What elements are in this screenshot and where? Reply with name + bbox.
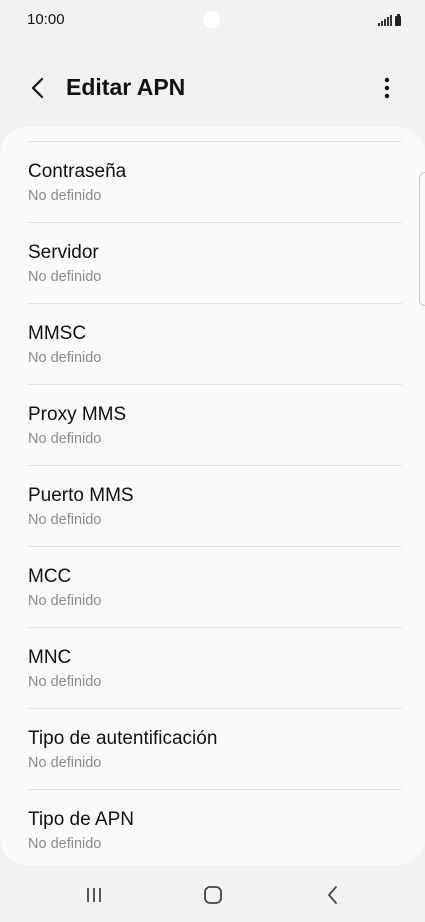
list-item-tipo-apn[interactable]: Tipo de APN No definido	[0, 790, 425, 865]
more-vertical-icon	[384, 77, 390, 99]
item-label: Puerto MMS	[28, 485, 134, 506]
navigation-bar	[0, 866, 425, 922]
item-value: No definido	[28, 350, 102, 366]
item-value: No definido	[28, 512, 102, 528]
home-icon	[204, 886, 222, 904]
app-bar: Editar APN	[0, 60, 425, 120]
status-bar: 10:00	[0, 0, 425, 40]
scrollbar[interactable]	[419, 172, 425, 306]
item-label: MNC	[28, 647, 72, 668]
list-item-mmsc[interactable]: MMSC No definido	[0, 304, 425, 385]
apn-settings-card: Contraseña No definido Servidor No defin…	[0, 127, 425, 865]
item-value: No definido	[28, 836, 102, 852]
item-label: Servidor	[28, 242, 99, 263]
list-item-mcc[interactable]: MCC No definido	[0, 547, 425, 628]
chevron-left-icon	[31, 77, 44, 99]
item-value: No definido	[28, 269, 102, 285]
list-item-contrasena[interactable]: Contraseña No definido	[0, 142, 425, 223]
battery-icon	[395, 14, 401, 26]
home-button[interactable]	[193, 880, 233, 910]
item-value: No definido	[28, 674, 102, 690]
nav-back-button[interactable]	[313, 880, 353, 910]
item-value: No definido	[28, 755, 102, 771]
item-value: No definido	[28, 431, 102, 447]
list-item-tipo-autentificacion[interactable]: Tipo de autentificación No definido	[0, 709, 425, 790]
camera-cutout	[203, 11, 220, 28]
item-label: Proxy MMS	[28, 404, 127, 425]
more-options-button[interactable]	[373, 72, 401, 104]
item-label: MMSC	[28, 323, 87, 344]
list-item-servidor[interactable]: Servidor No definido	[0, 223, 425, 304]
signal-icon	[378, 15, 392, 26]
item-value: No definido	[28, 593, 102, 609]
back-icon	[328, 886, 337, 904]
item-label: Contraseña	[28, 161, 127, 182]
status-time: 10:00	[27, 11, 65, 28]
list-item-mnc[interactable]: MNC No definido	[0, 628, 425, 709]
recents-icon	[87, 888, 101, 902]
back-button[interactable]	[22, 72, 54, 104]
item-value: No definido	[28, 188, 102, 204]
list-item-puerto-mms[interactable]: Puerto MMS No definido	[0, 466, 425, 547]
item-label: Tipo de autentificación	[28, 728, 218, 749]
status-icons	[378, 12, 401, 26]
page-title: Editar APN	[66, 74, 186, 100]
item-label: Tipo de APN	[28, 809, 134, 830]
phone-screen: 10:00 Editar APN Contraseña No definido …	[0, 0, 425, 922]
item-label: MCC	[28, 566, 72, 587]
recents-button[interactable]	[74, 880, 114, 910]
list-item-proxy-mms[interactable]: Proxy MMS No definido	[0, 385, 425, 466]
